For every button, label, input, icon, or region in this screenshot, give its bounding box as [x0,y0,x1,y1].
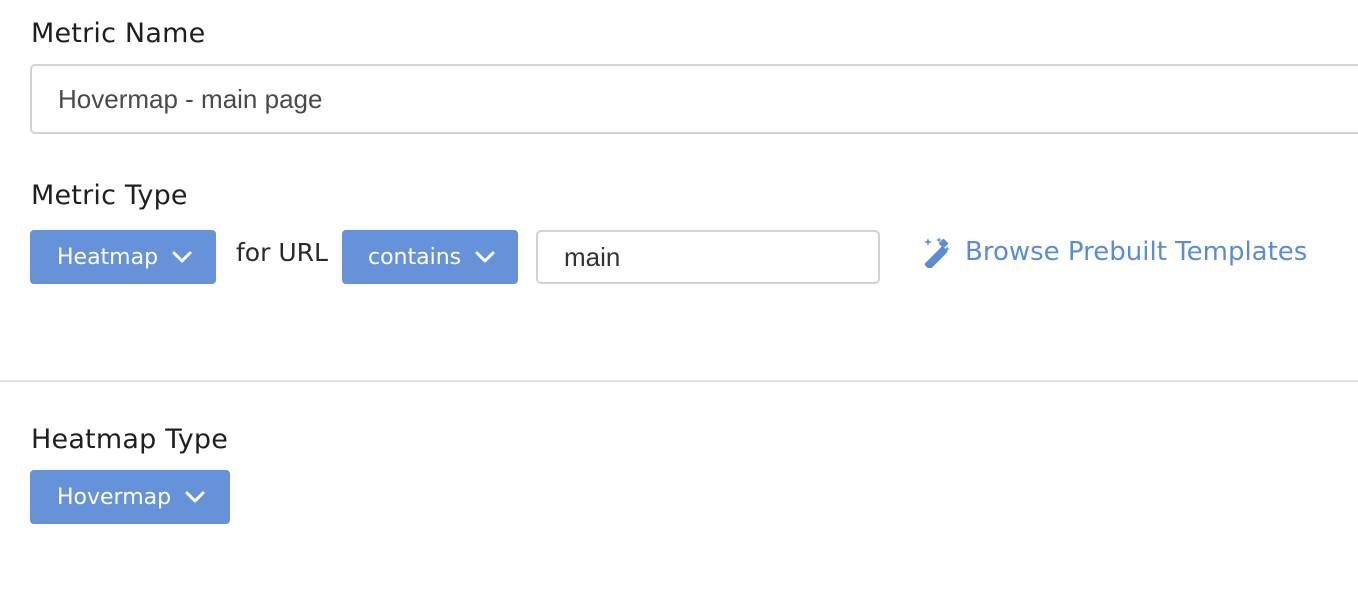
chevron-down-icon [172,251,192,263]
chevron-down-icon [475,251,495,263]
metric-form: Metric Name Metric Type Heatmap for URL … [0,0,1358,600]
magic-wand-icon [921,236,953,268]
url-match-value: contains [368,244,462,270]
metric-name-label: Metric Name [31,18,206,49]
chevron-down-icon [185,491,205,503]
for-url-text: for URL [236,238,328,267]
section-divider [0,380,1358,382]
browse-prebuilt-templates-link[interactable]: Browse Prebuilt Templates [921,236,1307,268]
metric-type-label: Metric Type [31,180,188,211]
metric-name-input[interactable] [30,64,1358,134]
heatmap-type-label: Heatmap Type [31,424,229,455]
metric-type-value: Heatmap [57,244,159,270]
heatmap-type-value: Hovermap [57,484,172,510]
heatmap-type-dropdown[interactable]: Hovermap [30,470,230,524]
url-value-input[interactable] [536,230,880,284]
url-match-dropdown[interactable]: contains [342,230,518,284]
browse-link-label: Browse Prebuilt Templates [965,237,1308,267]
metric-type-dropdown[interactable]: Heatmap [30,230,216,284]
